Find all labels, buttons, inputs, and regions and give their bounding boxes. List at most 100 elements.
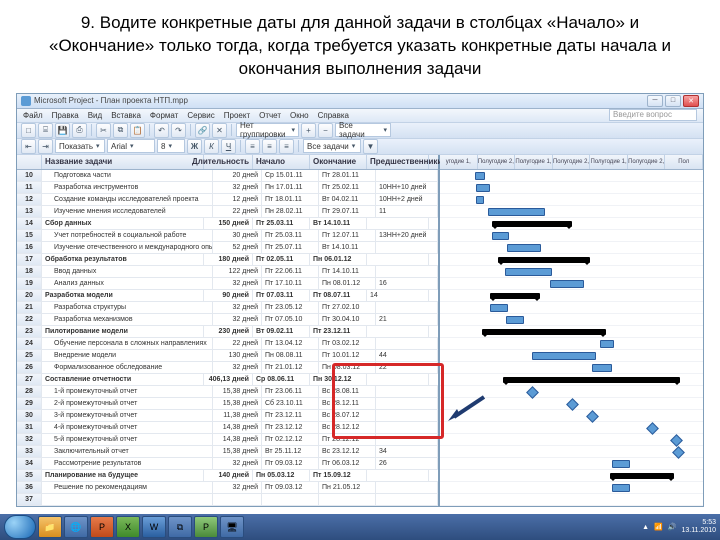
minimize-button[interactable]: ─: [647, 95, 663, 107]
col-duration[interactable]: Длительность: [204, 155, 253, 169]
font-combo[interactable]: Arial: [107, 139, 155, 153]
milestone-icon[interactable]: [646, 422, 659, 435]
unlink-button[interactable]: ✕: [212, 123, 227, 138]
task-bar[interactable]: [476, 196, 484, 204]
task-bar[interactable]: [506, 316, 524, 324]
volume-icon[interactable]: 🔊: [668, 523, 677, 531]
network-icon[interactable]: 📶: [654, 523, 663, 531]
group-combo[interactable]: Нет группировки: [236, 123, 299, 137]
task-bar[interactable]: [505, 268, 552, 276]
task-bar[interactable]: [592, 364, 612, 372]
task-bar[interactable]: [532, 352, 596, 360]
milestone-icon[interactable]: [526, 386, 539, 399]
col-rownum[interactable]: [17, 155, 42, 169]
col-name[interactable]: Название задачи: [42, 155, 204, 169]
filter2-combo[interactable]: Все задачи: [303, 139, 361, 153]
col-start[interactable]: Начало: [253, 155, 310, 169]
italic-button[interactable]: К: [204, 139, 219, 154]
task-bar[interactable]: [492, 232, 509, 240]
milestone-icon[interactable]: [672, 446, 685, 459]
task-bar[interactable]: [550, 280, 584, 288]
taskbar-item[interactable]: W: [142, 516, 166, 538]
task-bar[interactable]: [476, 184, 490, 192]
table-row[interactable]: 11Разработка инструментов32 днейПн 17.01…: [17, 182, 438, 194]
table-row[interactable]: 325-й промежуточный отчет14,38 днейПт 02…: [17, 434, 438, 446]
outdent-button[interactable]: ⇤: [21, 139, 36, 154]
table-row[interactable]: 20Разработка модели90 днейПт 07.03.11Пт …: [17, 290, 438, 302]
table-row[interactable]: 19Анализ данных32 днейПт 17.10.11Пн 08.0…: [17, 278, 438, 290]
bold-button[interactable]: Ж: [187, 139, 202, 154]
table-row[interactable]: 37: [17, 494, 438, 506]
autofilter-button[interactable]: ▼: [363, 139, 378, 154]
summary-bar[interactable]: [503, 377, 680, 383]
table-row[interactable]: 17Обработка результатов180 днейПт 02.05.…: [17, 254, 438, 266]
task-bar[interactable]: [507, 244, 541, 252]
table-row[interactable]: 25Внедрение модели130 днейПн 08.08.11Пт …: [17, 350, 438, 362]
table-row[interactable]: 34Рассмотрение результатов32 днейПт 09.0…: [17, 458, 438, 470]
menu-view[interactable]: Вид: [88, 111, 102, 120]
col-end[interactable]: Окончание: [310, 155, 367, 169]
menu-help[interactable]: Справка: [318, 111, 349, 120]
table-row[interactable]: 292-й промежуточный отчет15,38 днейСб 23…: [17, 398, 438, 410]
zoom-in-button[interactable]: +: [301, 123, 316, 138]
taskbar-item[interactable]: P: [194, 516, 218, 538]
align-left-button[interactable]: ≡: [245, 139, 260, 154]
maximize-button[interactable]: □: [665, 95, 681, 107]
tray-icon[interactable]: ▲: [642, 524, 649, 531]
table-row[interactable]: 10Подготовка части20 днейСр 15.01.11Пт 2…: [17, 170, 438, 182]
redo-button[interactable]: ↷: [171, 123, 186, 138]
task-bar[interactable]: [488, 208, 545, 216]
taskbar-item[interactable]: 🌐: [64, 516, 88, 538]
menu-edit[interactable]: Правка: [52, 111, 79, 120]
clock[interactable]: 5:5313.11.2010: [681, 519, 716, 534]
col-predecessors[interactable]: Предшественники: [367, 155, 429, 169]
align-right-button[interactable]: ≡: [279, 139, 294, 154]
menu-window[interactable]: Окно: [290, 111, 309, 120]
filter-combo[interactable]: Все задачи: [335, 123, 391, 137]
table-row[interactable]: 15Учет потребностей в социальной работе3…: [17, 230, 438, 242]
summary-bar[interactable]: [610, 473, 674, 479]
table-row[interactable]: 314-й промежуточный отчет14,38 днейПт 23…: [17, 422, 438, 434]
table-row[interactable]: 13Изучение мнения исследователей22 днейП…: [17, 206, 438, 218]
save-button[interactable]: 💾: [55, 123, 70, 138]
task-bar[interactable]: [600, 340, 614, 348]
indent-button[interactable]: ⇥: [38, 139, 53, 154]
milestone-icon[interactable]: [586, 410, 599, 423]
taskbar-item[interactable]: ⧉: [168, 516, 192, 538]
taskbar-item[interactable]: 🖥: [220, 516, 244, 538]
print-button[interactable]: ⎙: [72, 123, 87, 138]
link-button[interactable]: 🔗: [195, 123, 210, 138]
start-button[interactable]: [4, 515, 36, 539]
summary-bar[interactable]: [490, 293, 540, 299]
table-row[interactable]: 16Изучение отечественного и международно…: [17, 242, 438, 254]
milestone-icon[interactable]: [566, 398, 579, 411]
summary-bar[interactable]: [498, 257, 590, 263]
table-row[interactable]: 36Решение по рекомендациям32 днейПт 09.0…: [17, 482, 438, 494]
task-bar[interactable]: [490, 304, 508, 312]
menu-report[interactable]: Отчет: [259, 111, 281, 120]
table-row[interactable]: 24Обучение персонала в сложных направлен…: [17, 338, 438, 350]
table-row[interactable]: 22Разработка механизмов32 днейПт 07.05.1…: [17, 314, 438, 326]
task-bar[interactable]: [612, 484, 630, 492]
paste-button[interactable]: 📋: [130, 123, 145, 138]
table-row[interactable]: 14Сбор данных150 днейПт 25.03.11Вт 14.10…: [17, 218, 438, 230]
underline-button[interactable]: Ч: [221, 139, 236, 154]
table-row[interactable]: 26Формализованное обследование32 днейПт …: [17, 362, 438, 374]
fontsize-combo[interactable]: 8: [157, 139, 185, 153]
menu-tools[interactable]: Сервис: [187, 111, 214, 120]
new-button[interactable]: □: [21, 123, 36, 138]
table-row[interactable]: 21Разработка структуры32 днейПт 23.05.12…: [17, 302, 438, 314]
show-combo[interactable]: Показать: [55, 139, 105, 153]
taskbar-item[interactable]: 📁: [38, 516, 62, 538]
table-row[interactable]: 33Заключительный отчет15,38 днейВт 25.11…: [17, 446, 438, 458]
table-row[interactable]: 12Создание команды исследователей проект…: [17, 194, 438, 206]
task-bar[interactable]: [475, 172, 485, 180]
menu-file[interactable]: Файл: [23, 111, 43, 120]
help-search-input[interactable]: Введите вопрос: [609, 109, 697, 121]
taskbar-item[interactable]: X: [116, 516, 140, 538]
task-bar[interactable]: [612, 460, 630, 468]
align-center-button[interactable]: ≡: [262, 139, 277, 154]
close-button[interactable]: ✕: [683, 95, 699, 107]
taskbar-item[interactable]: P: [90, 516, 114, 538]
zoom-out-button[interactable]: −: [318, 123, 333, 138]
